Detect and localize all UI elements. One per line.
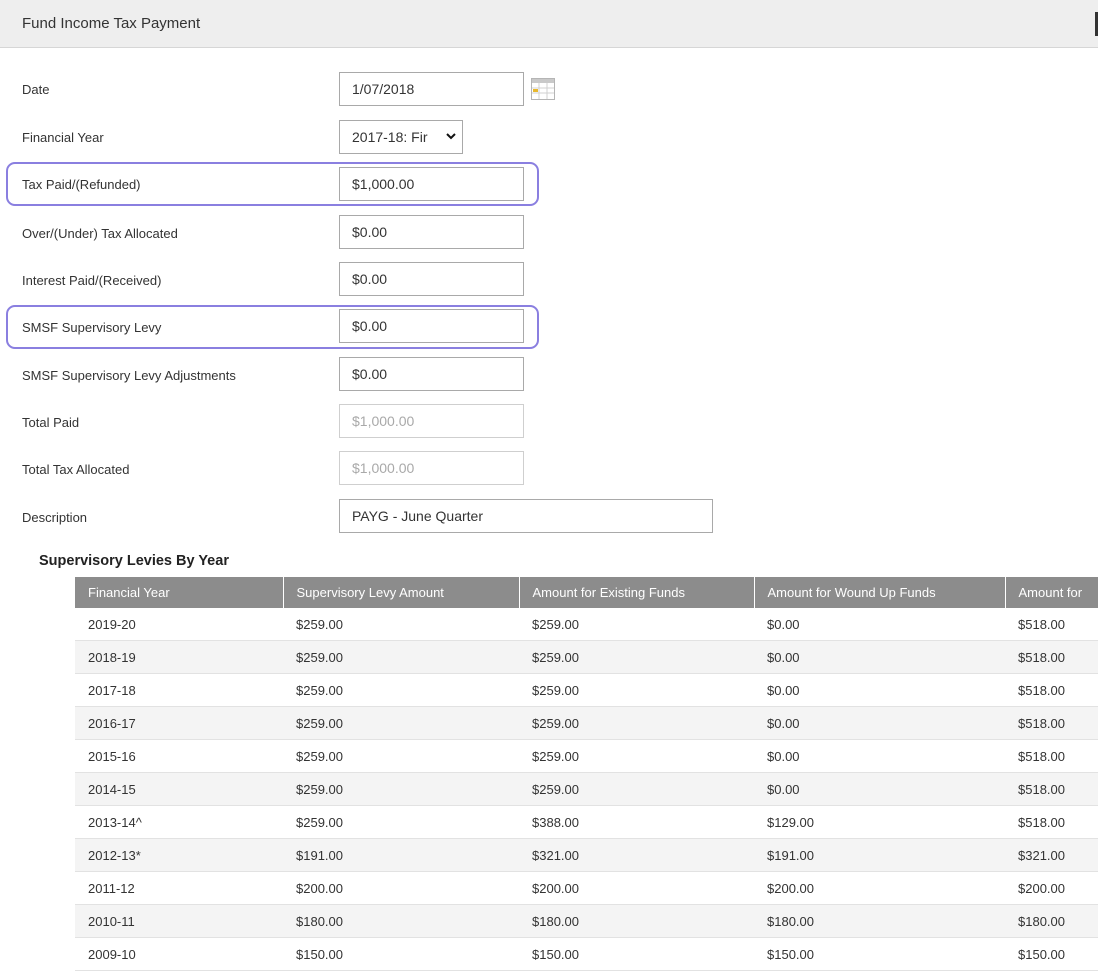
table-cell: 2014-15 <box>75 772 283 806</box>
column-header[interactable]: Financial Year <box>75 577 284 608</box>
table-cell: $191.00 <box>283 838 519 872</box>
table-cell: $0.00 <box>754 640 1005 674</box>
table-cell: $200.00 <box>519 871 754 905</box>
table-cell: $0.00 <box>754 772 1005 806</box>
financial-year-label: Financial Year <box>22 130 104 145</box>
calendar-icon[interactable] <box>531 78 555 100</box>
date-label: Date <box>22 82 50 97</box>
total-paid-label: Total Paid <box>22 415 80 430</box>
table-row[interactable]: 2011-12 $200.00 $200.00 $200.00 $200.00 <box>75 871 1098 905</box>
table-cell: $259.00 <box>519 640 754 674</box>
table-cell: $518.00 <box>1005 640 1098 674</box>
table-cell: $259.00 <box>283 706 519 740</box>
table-cell: $0.00 <box>754 608 1005 641</box>
page-title: Fund Income Tax Payment <box>22 15 201 32</box>
table-cell: $200.00 <box>1005 871 1098 905</box>
table-cell: $259.00 <box>283 640 519 674</box>
table-cell: $150.00 <box>1005 937 1098 971</box>
table-row[interactable]: 2019-20 $259.00 $259.00 $0.00 $518.00 <box>75 608 1098 641</box>
table-cell: 2017-18 <box>75 673 283 707</box>
table-cell: $180.00 <box>283 904 519 938</box>
table-cell: $180.00 <box>1005 904 1098 938</box>
table-row[interactable]: 2017-18 $259.00 $259.00 $0.00 $518.00 <box>75 673 1098 707</box>
table-cell: $150.00 <box>283 937 519 971</box>
table-row[interactable]: 2016-17 $259.00 $259.00 $0.00 $518.00 <box>75 706 1098 740</box>
chevron-down-icon <box>446 133 456 140</box>
table-cell: $259.00 <box>283 673 519 707</box>
total-tax-allocated-field: $1,000.00 <box>339 451 524 485</box>
table-cell: $518.00 <box>1005 739 1098 773</box>
over-under-tax-input[interactable]: $0.00 <box>339 215 524 249</box>
total-tax-allocated-label: Total Tax Allocated <box>22 462 130 477</box>
page-header: Fund Income Tax Payment <box>0 0 1098 48</box>
table-cell: $0.00 <box>754 673 1005 707</box>
table-row[interactable]: 2018-19 $259.00 $259.00 $0.00 $518.00 <box>75 640 1098 674</box>
levies-table-title: Supervisory Levies By Year <box>39 553 229 569</box>
table-cell: $0.00 <box>754 739 1005 773</box>
table-cell: $259.00 <box>283 739 519 773</box>
table-cell: 2009-10 <box>75 937 283 971</box>
table-cell: 2019-20 <box>75 608 283 641</box>
table-cell: $518.00 <box>1005 805 1098 839</box>
table-row[interactable]: 2009-10 $150.00 $150.00 $150.00 $150.00 <box>75 937 1098 971</box>
table-cell: $129.00 <box>754 805 1005 839</box>
total-paid-field: $1,000.00 <box>339 404 524 438</box>
table-cell: $321.00 <box>519 838 754 872</box>
table-cell: $259.00 <box>283 772 519 806</box>
tax-paid-highlight <box>6 162 539 206</box>
table-header-row: Financial Year Supervisory Levy Amount A… <box>75 577 1098 608</box>
table-cell: $259.00 <box>519 706 754 740</box>
table-row[interactable]: 2014-15 $259.00 $259.00 $0.00 $518.00 <box>75 772 1098 806</box>
description-label: Description <box>22 510 88 525</box>
column-header[interactable]: Amount for Wound Up Funds <box>754 577 1006 608</box>
table-cell: $388.00 <box>519 805 754 839</box>
table-cell: $518.00 <box>1005 706 1098 740</box>
table-cell: $259.00 <box>283 805 519 839</box>
table-cell: 2018-19 <box>75 640 283 674</box>
date-input[interactable]: 1/07/2018 <box>339 72 524 106</box>
smsf-levy-adjustments-label: SMSF Supervisory Levy Adjustments <box>22 368 236 383</box>
table-cell: 2013-14^ <box>75 805 283 839</box>
table-cell: 2011-12 <box>75 871 283 905</box>
table-cell: $0.00 <box>754 706 1005 740</box>
table-row[interactable]: 2010-11 $180.00 $180.00 $180.00 $180.00 <box>75 904 1098 938</box>
table-cell: $191.00 <box>754 838 1005 872</box>
table-cell: $259.00 <box>519 608 754 641</box>
smsf-levy-highlight <box>6 305 539 349</box>
interest-paid-input[interactable]: $0.00 <box>339 262 524 296</box>
table-cell: $518.00 <box>1005 772 1098 806</box>
table-cell: $259.00 <box>283 608 519 641</box>
interest-paid-label: Interest Paid/(Received) <box>22 273 162 288</box>
financial-year-value: 2017-18: Fir <box>352 129 428 145</box>
table-cell: $200.00 <box>283 871 519 905</box>
table-row[interactable]: 2013-14^ $259.00 $388.00 $129.00 $518.00 <box>75 805 1098 839</box>
column-header[interactable]: Supervisory Levy Amount <box>283 577 520 608</box>
table-cell: 2012-13* <box>75 838 283 872</box>
smsf-levy-adjustments-input[interactable]: $0.00 <box>339 357 524 391</box>
table-cell: $518.00 <box>1005 608 1098 641</box>
table-cell: 2015-16 <box>75 739 283 773</box>
table-cell: $180.00 <box>519 904 754 938</box>
table-cell: $150.00 <box>754 937 1005 971</box>
table-cell: $321.00 <box>1005 838 1098 872</box>
over-under-tax-label: Over/(Under) Tax Allocated <box>22 226 178 241</box>
table-row[interactable]: 2015-16 $259.00 $259.00 $0.00 $518.00 <box>75 739 1098 773</box>
table-cell: $259.00 <box>519 673 754 707</box>
table-cell: $200.00 <box>754 871 1005 905</box>
description-input[interactable]: PAYG - June Quarter <box>339 499 713 533</box>
table-cell: $518.00 <box>1005 673 1098 707</box>
column-header[interactable]: Amount for Existing Funds <box>519 577 755 608</box>
table-cell: $259.00 <box>519 772 754 806</box>
table-cell: 2016-17 <box>75 706 283 740</box>
table-row[interactable]: 2012-13* $191.00 $321.00 $191.00 $321.00 <box>75 838 1098 872</box>
financial-year-select[interactable]: 2017-18: Fir <box>339 120 463 154</box>
table-cell: $259.00 <box>519 739 754 773</box>
table-cell: $150.00 <box>519 937 754 971</box>
column-header[interactable]: Amount for <box>1005 577 1098 608</box>
table-cell: 2010-11 <box>75 904 283 938</box>
levies-table: Financial Year Supervisory Levy Amount A… <box>75 577 1098 971</box>
table-cell: $180.00 <box>754 904 1005 938</box>
